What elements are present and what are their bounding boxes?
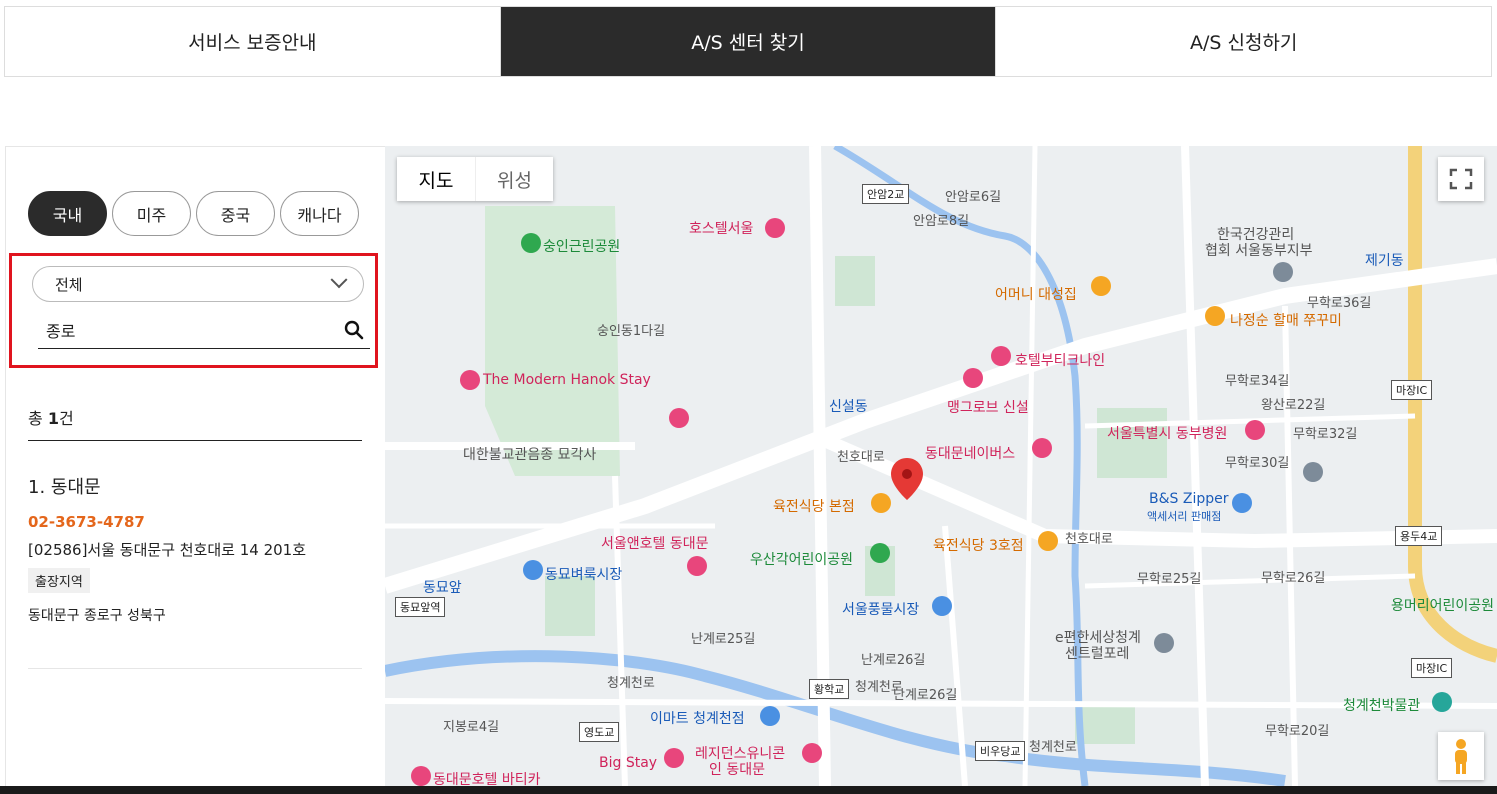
road-label: 무학로25길 — [1137, 572, 1202, 587]
poi-mother-restaurant[interactable]: 어머니 대성집 — [995, 284, 1077, 304]
search-filter-highlight: 전체 — [9, 253, 378, 368]
fullscreen-button[interactable] — [1438, 157, 1484, 201]
street-view-button[interactable] — [1438, 732, 1484, 780]
search-input[interactable] — [44, 319, 304, 340]
road-label: 안암로6길 — [945, 190, 1002, 205]
result-service-areas: 동대문구 종로구 성북구 — [28, 608, 166, 624]
road-label: 지봉로4길 — [443, 720, 500, 735]
result-count: 총 1건 — [28, 405, 362, 441]
road-label: 무학로36길 — [1307, 296, 1372, 311]
region-canada-button[interactable]: 캐나다 — [280, 191, 359, 236]
bridge-label: 동묘앞역 — [395, 597, 446, 617]
center-search-panel: 국내 미주 중국 캐나다 전체 총 1건 1. 동대문 02-3673-4787… — [5, 146, 385, 794]
result-count-prefix: 총 — [28, 409, 48, 428]
map-type-satellite-button[interactable]: 위성 — [475, 157, 553, 201]
poi-usan-park[interactable]: 우산각어린이공원 — [750, 549, 853, 569]
poi-emart[interactable]: 이마트 청계천점 — [650, 708, 745, 728]
poi-jegi-station[interactable]: 제기동 — [1365, 250, 1404, 270]
region-us-button[interactable]: 미주 — [112, 191, 191, 236]
result-badge: 출장지역 — [28, 568, 90, 593]
region-china-button[interactable]: 중국 — [196, 191, 275, 236]
road-label: 난계로25길 — [691, 632, 756, 647]
tab-as-request[interactable]: A/S 신청하기 — [995, 7, 1491, 76]
bridge-label: 용두4교 — [1395, 526, 1443, 546]
bridge-label: 비우당교 — [975, 741, 1026, 761]
poi-sinseol-station[interactable]: 신설동 — [829, 396, 868, 416]
result-count-suffix: 건 — [58, 409, 74, 428]
map-view[interactable]: 호스텔서울 숭인근린공원 한국건강관리 협회 서울동부지부 제기동 어머니 대성… — [385, 146, 1497, 786]
poi-yongmeori-park[interactable]: 용머리어린이공원 — [1391, 595, 1494, 615]
road-label: 왕산로22길 — [1261, 398, 1326, 413]
pegman-icon — [1455, 739, 1467, 774]
poi-pungmul-market[interactable]: 서울풍물시장 — [842, 599, 919, 619]
poi-bs-zipper[interactable]: B&S Zipper — [1149, 491, 1228, 507]
poi-hostel-seoul[interactable]: 호스텔서울 — [689, 218, 753, 238]
area-select-value: 전체 — [55, 275, 83, 294]
road-label: 무학로26길 — [1261, 571, 1326, 586]
region-domestic-button[interactable]: 국내 — [28, 191, 107, 236]
poi-seoul-and-hotel[interactable]: 서울앤호텔 동대문 — [601, 533, 709, 553]
bridge-label: 마장IC — [1391, 380, 1433, 400]
tab-service-warranty[interactable]: 서비스 보증안내 — [5, 7, 500, 76]
poi-dongdaemun-inn[interactable]: 동대문네이버스 — [925, 443, 1015, 463]
chevron-down-icon — [330, 271, 348, 289]
road-label: 청계천로 — [1029, 740, 1077, 755]
road-label: 청계천로 — [607, 676, 655, 691]
road-label: 무학로20길 — [1265, 724, 1330, 739]
poi-modern-hanok[interactable]: The Modern Hanok Stay — [483, 372, 651, 388]
road-label: 난계로26길 — [893, 688, 958, 703]
road-label: 숭인동1다길 — [597, 324, 666, 339]
search-icon[interactable] — [344, 320, 364, 340]
road-label: 안암로8길 — [913, 214, 970, 229]
service-tabs: 서비스 보증안내 A/S 센터 찾기 A/S 신청하기 — [4, 6, 1492, 77]
poi-korea-health-2[interactable]: 협회 서울동부지부 — [1205, 240, 1313, 260]
bridge-label: 영도교 — [579, 722, 620, 742]
result-address: [02586]서울 동대문구 천호대로 14 201호 — [28, 541, 307, 559]
bridge-label: 안암2교 — [862, 184, 910, 204]
bridge-label: 마장IC — [1411, 658, 1453, 678]
result-item[interactable]: 1. 동대문 02-3673-4787 [02586]서울 동대문구 천호대로 … — [28, 473, 362, 669]
bottom-bar — [0, 786, 1497, 794]
road-label: 무학로32길 — [1293, 427, 1358, 442]
tab-as-center-find[interactable]: A/S 센터 찾기 — [499, 7, 996, 76]
road-label: 무학로30길 — [1225, 456, 1290, 471]
map-type-toggle: 지도 위성 — [397, 157, 553, 201]
poi-yukjeon-main[interactable]: 육전식당 본점 — [773, 496, 855, 516]
result-count-number: 1 — [47, 409, 59, 428]
poi-temple[interactable]: 대한불교관음종 묘각사 — [463, 444, 596, 464]
road-label: 무학로34길 — [1225, 374, 1290, 389]
poi-yukjeon-3[interactable]: 육전식당 3호점 — [933, 535, 1024, 555]
search-bar — [38, 311, 370, 349]
poi-dongdaemun-hotel[interactable]: 동대문호텔 바티카 — [433, 769, 541, 786]
poi-mangrove[interactable]: 맹그로브 신설 — [947, 397, 1029, 417]
map-type-map-button[interactable]: 지도 — [397, 157, 475, 201]
road-label: 난계로26길 — [861, 653, 926, 668]
poi-cheonggye-museum[interactable]: 청계천박물관 — [1343, 695, 1420, 715]
area-select[interactable]: 전체 — [32, 266, 364, 302]
poi-sungin-park[interactable]: 숭인근린공원 — [543, 236, 620, 256]
poi-dongmyo-market[interactable]: 동묘벼룩시장 — [545, 564, 622, 584]
region-tabs: 국내 미주 중국 캐나다 — [28, 191, 359, 236]
poi-bs-zipper-desc: 액세서리 판매점 — [1147, 510, 1222, 523]
poi-najeongsun[interactable]: 나정순 할매 쭈꾸미 — [1230, 310, 1342, 330]
bridge-label: 황학교 — [809, 679, 850, 699]
poi-dongbu-hospital[interactable]: 서울특별시 동부병원 — [1107, 423, 1227, 443]
poi-hotel-butique[interactable]: 호텔부티크나인 — [1015, 350, 1105, 370]
poi-epyeonhan-2[interactable]: 센트럴포레 — [1065, 643, 1129, 663]
poi-dongmyo-station[interactable]: 동묘앞 — [423, 577, 462, 597]
result-phone[interactable]: 02-3673-4787 — [28, 513, 362, 531]
road-label: 천호대로 — [837, 450, 885, 465]
result-name: 1. 동대문 — [28, 477, 101, 498]
fullscreen-icon — [1449, 168, 1473, 190]
road-label: 천호대로 — [1065, 532, 1113, 547]
poi-big-stay[interactable]: Big Stay — [599, 755, 657, 771]
poi-residence-2[interactable]: 인 동대문 — [709, 759, 765, 779]
